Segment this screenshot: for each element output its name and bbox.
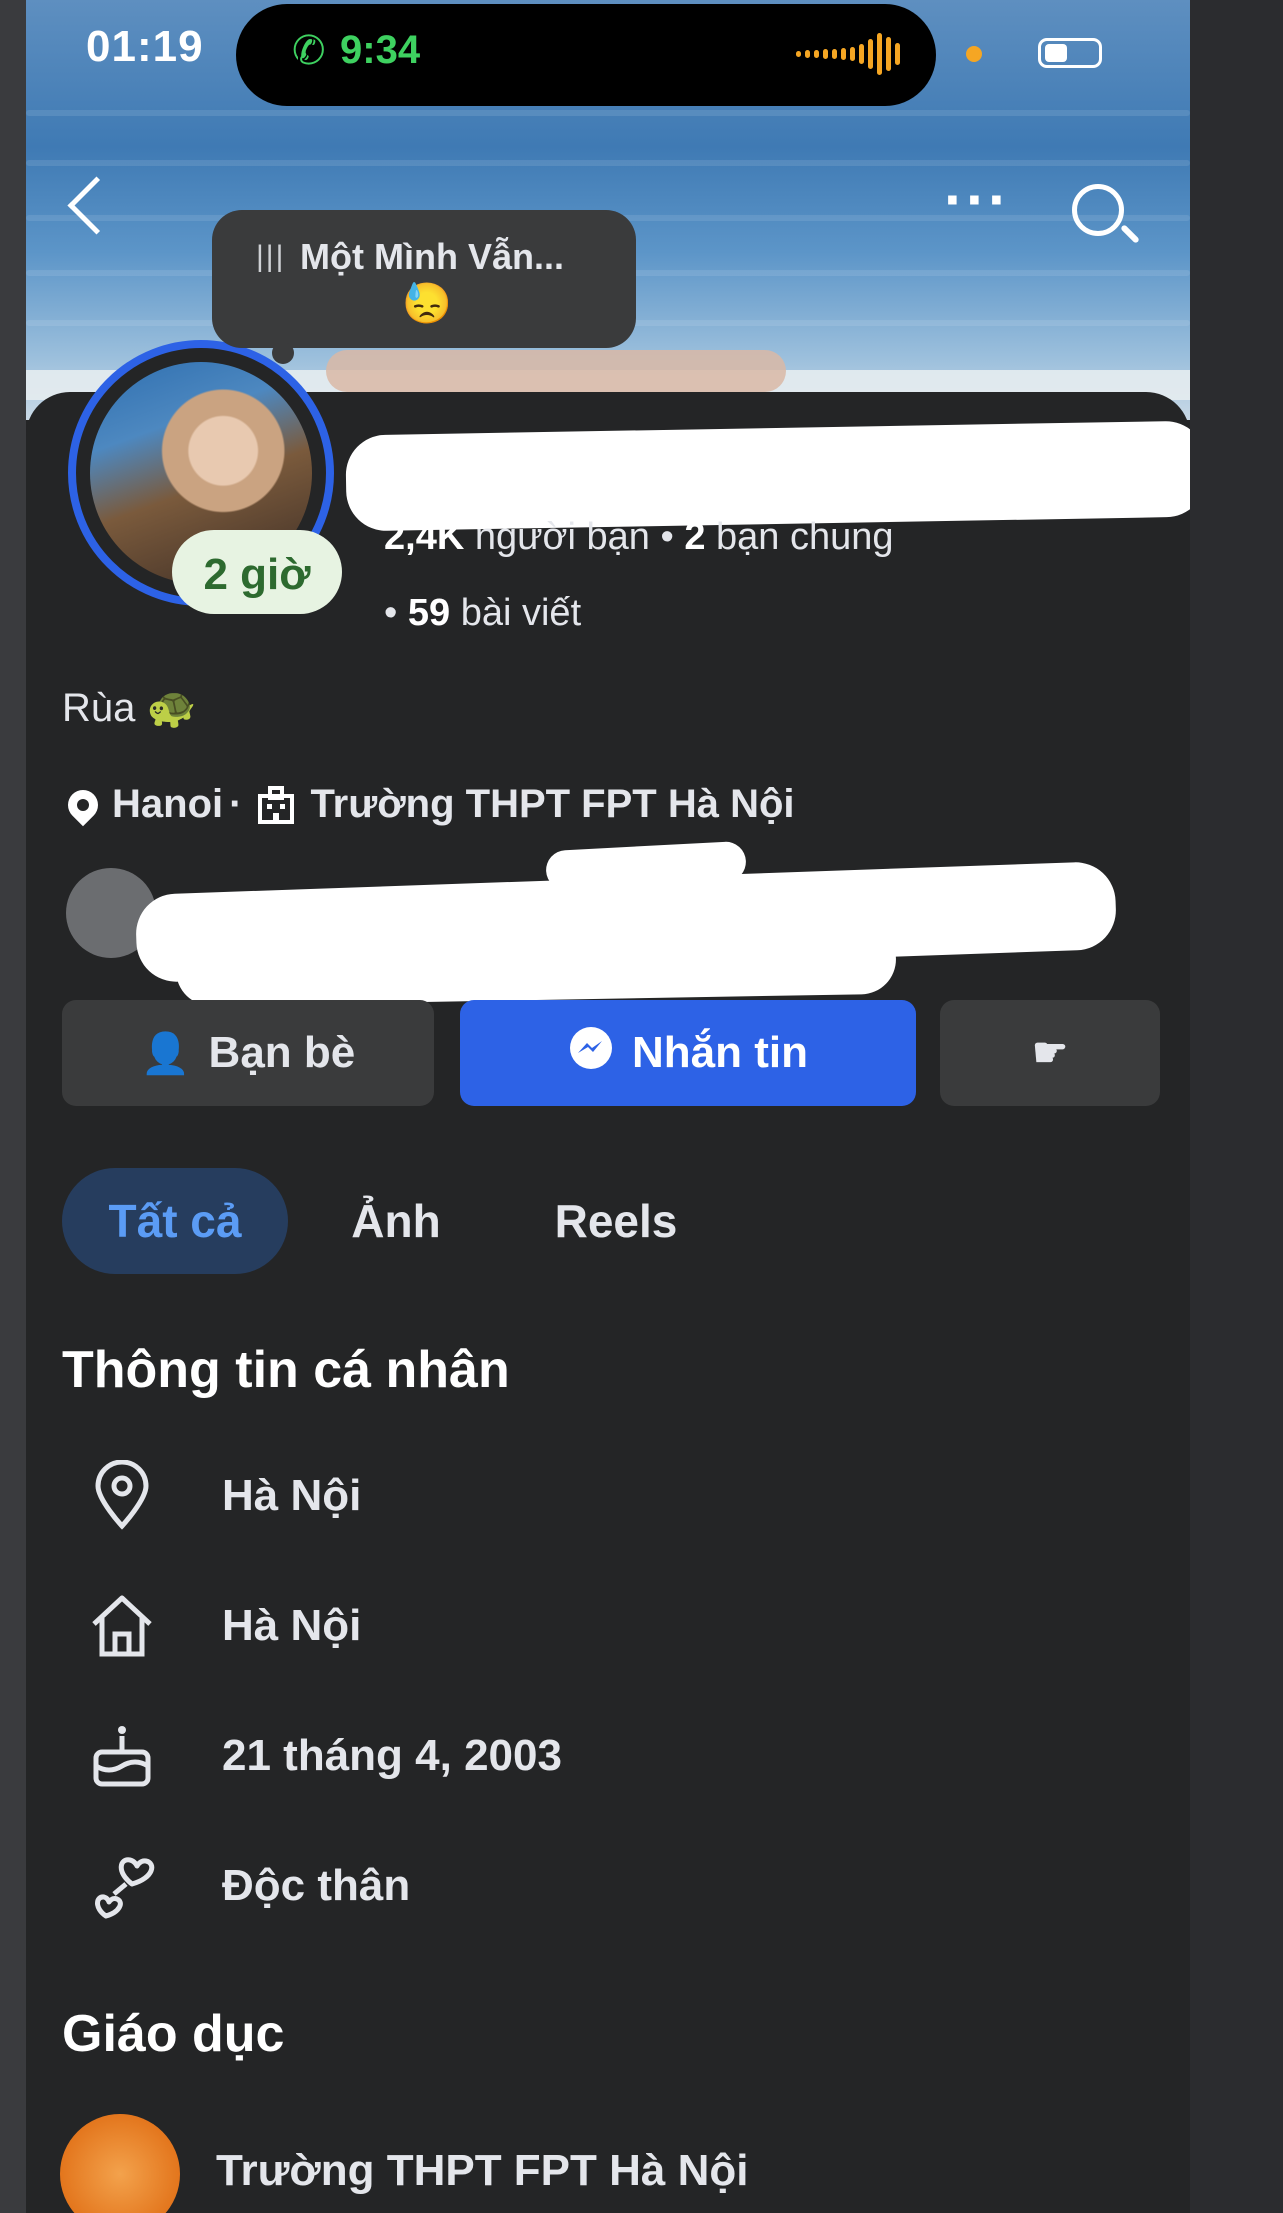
hometown-text: Hà Nội (222, 1601, 362, 1650)
separator-dot: · (229, 782, 243, 826)
education-school-name[interactable]: Trường THPT FPT Hà Nội (216, 2146, 748, 2196)
tab-photos[interactable]: Ảnh (326, 1168, 466, 1274)
music-bars-icon: ||| (256, 240, 286, 273)
personal-info-title: Thông tin cá nhân (62, 1341, 510, 1399)
location-pin-icon (86, 1459, 158, 1532)
search-icon[interactable] (1072, 184, 1124, 236)
battery-icon (1038, 38, 1102, 68)
profile-bio: Rùa 🐢 (62, 686, 197, 730)
posts-stats[interactable]: • 59 bài viết (384, 592, 581, 635)
info-row-hometown: Hà Nội (86, 1576, 361, 1676)
message-button-label: Nhắn tin (632, 1028, 808, 1077)
note-emoji: 😓 (402, 282, 452, 326)
friends-count: 2,4K (384, 516, 465, 558)
home-icon (86, 1590, 158, 1662)
friends-label: người bạn (474, 516, 650, 558)
more-actions-button[interactable]: ☛ (940, 1000, 1160, 1106)
relationship-text: Độc thân (222, 1861, 411, 1910)
friend-check-icon: 👤 (140, 1031, 191, 1076)
intro-school[interactable]: Trường THPT FPT Hà Nội (310, 782, 794, 827)
posts-count: 59 (407, 592, 451, 634)
call-duration: 9:34 (340, 28, 421, 72)
info-row-relationship: Độc thân (86, 1836, 410, 1936)
active-time-label: 2 giờ (203, 550, 311, 599)
hand-pointing-icon: ☛ (1032, 1031, 1068, 1075)
school-building-icon (256, 785, 296, 824)
birthday-cake-icon (86, 1720, 158, 1792)
profile-card (26, 392, 1190, 2213)
location-pin-icon (61, 783, 105, 826)
friends-button[interactable]: 👤 Bạn bè (62, 1000, 434, 1106)
note-bubble[interactable]: ||| Một Mình Vẫn... 😓 (212, 210, 636, 364)
note-title: Một Mình Vẫn... (300, 236, 564, 277)
info-row-birthday: 21 tháng 4, 2003 (86, 1706, 562, 1806)
separator-dot: • (660, 516, 685, 558)
friends-button-label: Bạn bè (208, 1028, 356, 1077)
friends-stats[interactable]: 2,4K người bạn • 2 bạn chung (384, 516, 894, 559)
intro-location: Hanoi (112, 782, 224, 826)
current-city-text: Hà Nội (222, 1471, 362, 1520)
left-margin (0, 0, 26, 2213)
education-title: Giáo dục (62, 2005, 285, 2063)
audio-wave-icon (796, 28, 916, 80)
microphone-indicator-icon (966, 46, 982, 62)
redacted-name (345, 420, 1190, 532)
phone-call-icon: ✆ (292, 29, 326, 73)
mutual-count: 2 (684, 516, 706, 558)
message-button[interactable]: Nhắn tin (460, 1000, 916, 1106)
more-options-icon[interactable]: ··· (944, 170, 1010, 230)
right-margin (1190, 0, 1283, 2213)
tab-all[interactable]: Tất cả (62, 1168, 288, 1274)
birthday-text: 21 tháng 4, 2003 (222, 1731, 562, 1780)
active-time-badge: 2 giờ (172, 530, 342, 614)
status-time: 01:19 (86, 22, 204, 71)
phone-screen: 01:19 ✆ 9:34 ··· 2 giờ ||| Một Mình Vẫn.… (26, 0, 1190, 2213)
intro-line: Hanoi · Trường THPT FPT Hà Nội (61, 782, 795, 827)
hearts-icon (86, 1850, 158, 1922)
tab-reels[interactable]: Reels (536, 1168, 696, 1274)
redacted-mutual-friends (175, 923, 897, 1007)
separator-dot: • (384, 592, 408, 634)
mutual-label: bạn chung (716, 516, 894, 558)
info-row-current-city: Hà Nội (86, 1446, 361, 1546)
messenger-icon (568, 1025, 614, 1081)
posts-label: bài viết (460, 592, 582, 634)
